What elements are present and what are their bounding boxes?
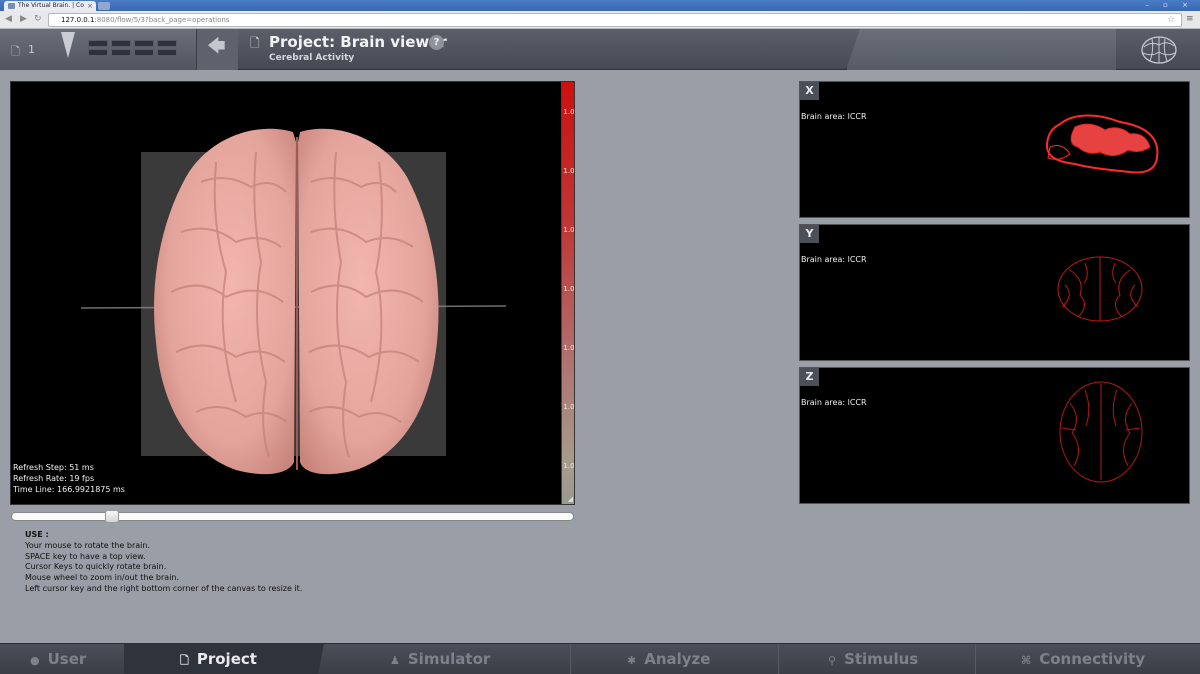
time-slider[interactable] [11,510,574,523]
coronal-slice-render [1057,256,1143,322]
colorbar-label: 1.0 [563,344,575,352]
document-icon: 🗋 [180,654,189,667]
app-header: 🗋 1 🡄 🗋 Project: Brain viewer ? Cerebral… [0,29,1200,70]
tab-close-icon[interactable]: × [87,1,93,11]
header-right-panel [846,29,1116,70]
back-nav-icon[interactable]: ◀ [5,14,12,25]
usage-instructions: USE : Your mouse to rotate the brain. SP… [25,530,302,595]
browser-tabbar: The Virtual Brain. | Co × – ▫ × [0,0,1200,11]
browser-tab[interactable]: The Virtual Brain. | Co × [4,1,96,11]
nav-separator [778,644,779,674]
connectivity-icon: ⌘ [1021,654,1032,667]
usage-line: Cursor Keys to quickly rotate brain. [25,562,167,572]
help-icon[interactable]: ? [429,35,444,50]
nav-label: Simulator [407,650,491,668]
user-icon: ● [30,654,40,667]
project-document-icon: 🗋 [250,36,260,50]
refresh-rate: Refresh Rate: 19 fps [13,474,95,483]
nav-stimulus[interactable]: ⚲ Stimulus [828,644,918,674]
color-scale-bar: 1.0 1.0 1.0 1.0 1.0 1.0 1.0 ◢ [561,82,575,504]
projection-z-panel[interactable]: Z Brain area: lCCR [799,367,1190,504]
usage-line: Left cursor key and the right bottom cor… [25,583,303,593]
nav-label: Stimulus [844,650,919,668]
nav-label: User [47,650,87,668]
grid-view-icon[interactable] [88,40,180,58]
reload-icon[interactable]: ↻ [34,14,42,25]
operations-count[interactable]: 1 [28,43,35,56]
nav-analyze[interactable]: ✱ Analyze [627,644,710,674]
axial-slice-render [1059,381,1143,483]
sagittal-slice-render [1045,114,1159,174]
colorbar-label: 1.0 [563,226,575,234]
page-title: Project: Brain viewer [269,33,447,51]
colorbar-label: 1.0 [563,285,575,293]
nav-label: Analyze [644,650,711,668]
nav-project[interactable]: 🗋 Project [124,644,324,674]
back-arrow-icon: 🡄 [207,36,226,57]
nav-user[interactable]: ● User [30,644,86,674]
page-subtitle: Cerebral Activity [269,53,355,63]
time-line: Time Line: 166.9921875 ms [13,485,125,494]
usage-line: Your mouse to rotate the brain. [25,540,151,550]
projection-x-panel[interactable]: X Brain area: lCCR [799,81,1190,218]
nav-connectivity[interactable]: ⌘ Connectivity [1021,644,1145,674]
dropdown-triangle-icon[interactable] [61,32,75,58]
operations-document-icon[interactable]: 🗋 [11,43,20,62]
refresh-step: Refresh Step: 51 ms [13,463,94,472]
colorbar-label: 1.0 [563,403,575,411]
brain-logo-icon[interactable] [1118,31,1200,69]
gear-icon: ✱ [627,654,637,667]
simulator-icon: ♟ [390,654,400,667]
usage-title: USE : [25,530,49,539]
nav-separator [570,644,571,674]
time-slider-handle[interactable] [105,510,119,523]
colorbar-label: 1.0 [563,462,575,470]
window-controls[interactable]: – ▫ × [1145,0,1194,10]
back-button[interactable]: 🡄 [196,29,238,70]
nav-separator [975,644,976,674]
footer-nav: ● User 🗋 Project ♟ Simulator ✱ Analyze ⚲ Stim… [0,643,1200,674]
favicon-icon [8,3,15,9]
bookmark-star-icon[interactable]: ☆ [1167,14,1175,26]
render-stats: Refresh Step: 51 ms Refresh Rate: 19 fps… [13,462,125,495]
address-bar[interactable]: 127.0.0.1:8080/flow/5/3?back_page=operat… [48,13,1182,27]
brain-surface-render [80,128,507,475]
nav-simulator[interactable]: ♟ Simulator [390,644,490,674]
nav-label: Project [196,650,257,668]
resize-grip-icon[interactable]: ◢ [568,495,573,503]
projection-y-panel[interactable]: Y Brain area: lCCR [799,224,1190,361]
tab-title: The Virtual Brain. | Co [18,2,84,9]
url-host: 127.0.0.1 [61,16,95,24]
browser-navbar: ◀ ▶ ↻ 127.0.0.1:8080/flow/5/3?back_page=… [0,11,1200,29]
browser-menu-icon[interactable]: ≡ [1186,14,1194,24]
usage-line: SPACE key to have a top view. [25,551,146,561]
usage-line: Mouse wheel to zoom in/out the brain. [25,573,180,583]
colorbar-label: 1.0 [563,108,575,116]
nav-label: Connectivity [1039,650,1146,668]
url-path: :8080/flow/5/3?back_page=operations [94,16,230,24]
pin-icon: ⚲ [828,654,837,667]
colorbar-label: 1.0 [563,167,575,175]
brain-3d-canvas[interactable]: 1.0 1.0 1.0 1.0 1.0 1.0 1.0 ◢ Refresh St… [10,81,575,505]
forward-nav-icon[interactable]: ▶ [20,14,27,25]
header-left-toolbar: 🗋 1 🡄 [0,29,238,70]
new-tab-button[interactable] [98,2,110,10]
